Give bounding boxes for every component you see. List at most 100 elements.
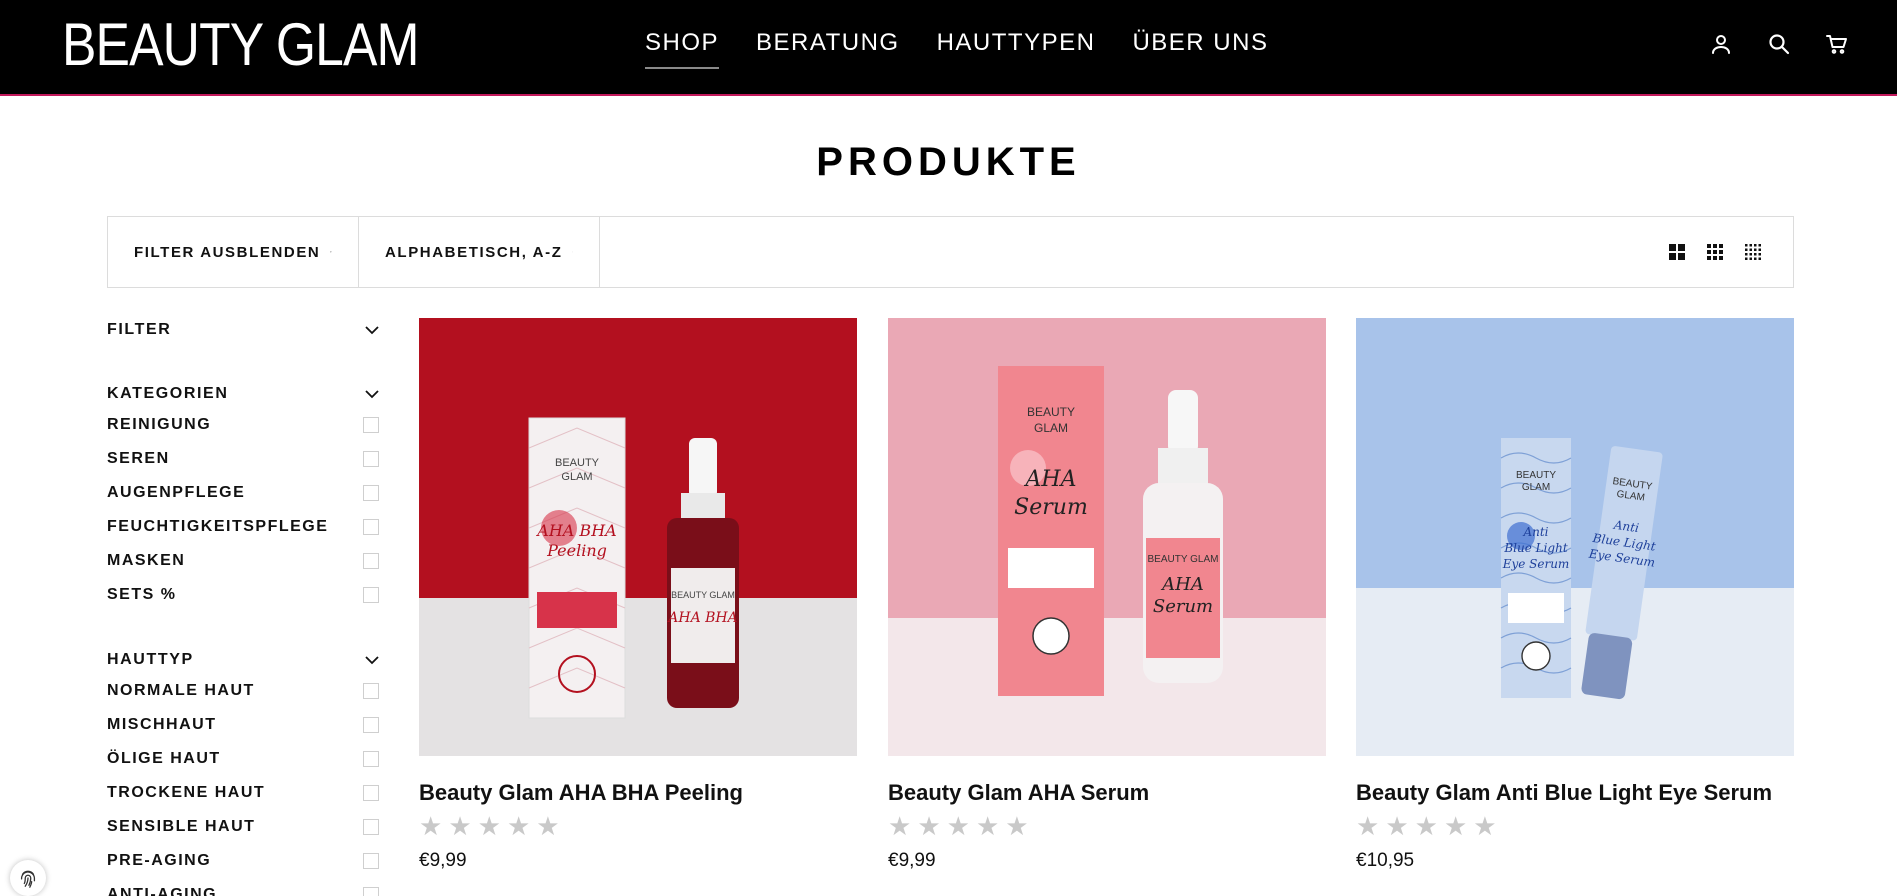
page-title: PRODUKTE — [816, 140, 1081, 184]
collection-toolbar: FILTER AUSBLENDEN ALPHABETISCH, A-Z — [107, 216, 1794, 288]
filter-checkbox[interactable] — [363, 683, 379, 699]
grid-switch — [1669, 217, 1793, 287]
sort-lines-icon — [572, 251, 573, 253]
product-title[interactable]: Beauty Glam Anti Blue Light Eye Serum — [1356, 780, 1794, 806]
filter-option-normale-haut[interactable]: NORMALE HAUT — [107, 674, 379, 708]
sort-label: ALPHABETISCH, A-Z — [385, 243, 563, 261]
star-icon: ★ — [448, 812, 472, 842]
star-icon: ★ — [1356, 812, 1380, 842]
filter-option-anti-aging[interactable]: ANTI-AGING — [107, 878, 379, 896]
filter-option-label: FEUCHTIGKEITSPFLEGE — [107, 518, 329, 535]
filter-option-augenpflege[interactable]: AUGENPFLEGE — [107, 476, 379, 510]
svg-text:Blue Light: Blue Light — [1503, 541, 1568, 555]
filter-checkbox[interactable] — [363, 417, 379, 433]
filter-option-masken[interactable]: MASKEN — [107, 544, 379, 578]
filter-option-label: MASKEN — [107, 552, 186, 569]
filter-checkbox[interactable] — [363, 819, 379, 835]
filter-option-trockene-haut[interactable]: TROCKENE HAUT — [107, 776, 379, 810]
star-icon: ★ — [506, 812, 531, 842]
filter-checkbox[interactable] — [363, 717, 379, 733]
filter-checkbox[interactable] — [363, 485, 379, 501]
nav-item-beratung[interactable]: BERATUNG — [756, 28, 900, 69]
grid-small-icon[interactable] — [1745, 244, 1761, 260]
skin-type-heading[interactable]: HAUTTYP — [107, 646, 379, 674]
svg-text:BEAUTY: BEAUTY — [555, 457, 600, 469]
skin-type-group: HAUTTYP NORMALE HAUT MISCHHAUT ÖLIGE HAU… — [107, 646, 379, 896]
product-card[interactable]: BEAUTY GLAM AHA Serum BEAUTY GLAM AHA Se… — [888, 318, 1326, 872]
svg-text:GLAM: GLAM — [1522, 482, 1550, 493]
svg-text:BEAUTY: BEAUTY — [1027, 405, 1075, 419]
rating-stars: ★ ★ ★ ★ ★ — [419, 814, 857, 840]
privacy-settings-button[interactable] — [10, 860, 46, 896]
filter-heading-label: FILTER — [107, 321, 172, 338]
cart-icon[interactable] — [1825, 31, 1849, 57]
filter-checkbox[interactable] — [363, 887, 379, 896]
filter-checkbox[interactable] — [363, 553, 379, 569]
product-card[interactable]: BEAUTY GLAM Anti Blue Light Eye Serum BE… — [1356, 318, 1794, 872]
svg-text:GLAM: GLAM — [1034, 421, 1068, 435]
sort-dropdown[interactable]: ALPHABETISCH, A-Z — [359, 217, 600, 287]
product-image[interactable]: BEAUTY GLAM AHA BHA Peeling BEAUTY GLAM … — [419, 318, 857, 756]
filter-heading[interactable]: FILTER — [107, 316, 379, 344]
nav-item-shop[interactable]: SHOP — [645, 28, 720, 69]
star-icon: ★ — [1385, 812, 1409, 842]
filter-option-pre-aging[interactable]: PRE-AGING — [107, 844, 379, 878]
product-price: €9,99 — [888, 850, 936, 871]
skin-type-heading-label: HAUTTYP — [107, 651, 194, 668]
filter-option-sensible-haut[interactable]: SENSIBLE HAUT — [107, 810, 379, 844]
svg-text:AHA BHA: AHA BHA — [535, 521, 616, 540]
filter-checkbox[interactable] — [363, 785, 379, 801]
product-title[interactable]: Beauty Glam AHA Serum — [888, 780, 1326, 806]
svg-text:Eye Serum: Eye Serum — [1502, 557, 1570, 571]
rating-stars: ★ ★ ★ ★ ★ — [1356, 814, 1794, 840]
site-header: BEAUTY GLAM SHOP BERATUNG HAUTTYPEN ÜBER… — [0, 0, 1897, 96]
grid-large-icon[interactable] — [1669, 244, 1685, 260]
filter-checkbox[interactable] — [363, 853, 379, 869]
filter-checkbox[interactable] — [363, 519, 379, 535]
filter-option-label: MISCHHAUT — [107, 716, 217, 733]
categories-heading-label: KATEGORIEN — [107, 385, 229, 402]
filter-option-sets[interactable]: SETS % — [107, 578, 379, 612]
chevron-down-icon — [365, 325, 379, 334]
star-icon: ★ — [917, 812, 941, 842]
filter-checkbox[interactable] — [363, 751, 379, 767]
brand-logo[interactable]: BEAUTY GLAM — [62, 14, 419, 76]
main-nav: SHOP BERATUNG HAUTTYPEN ÜBER UNS — [645, 28, 1268, 69]
categories-heading[interactable]: KATEGORIEN — [107, 380, 379, 408]
product-price: €10,95 — [1356, 850, 1415, 871]
filter-checkbox[interactable] — [363, 587, 379, 603]
filter-option-seren[interactable]: SEREN — [107, 442, 379, 476]
star-icon: ★ — [419, 812, 443, 842]
product-price: €9,99 — [419, 850, 467, 871]
product-image[interactable]: BEAUTY GLAM Anti Blue Light Eye Serum BE… — [1356, 318, 1794, 756]
filter-option-feuchtigkeitspflege[interactable]: FEUCHTIGKEITSPFLEGE — [107, 510, 379, 544]
star-icon: ★ — [946, 812, 970, 842]
product-card[interactable]: BEAUTY GLAM AHA BHA Peeling BEAUTY GLAM … — [419, 318, 857, 872]
svg-text:Serum: Serum — [1014, 495, 1088, 520]
nav-item-hauttypen[interactable]: HAUTTYPEN — [937, 28, 1096, 69]
categories-group: KATEGORIEN REINIGUNG SEREN AUGENPFLEGE F… — [107, 380, 379, 612]
rating-stars: ★ ★ ★ ★ ★ — [888, 814, 1326, 840]
grid-medium-icon[interactable] — [1707, 244, 1723, 260]
filter-option-label: TROCKENE HAUT — [107, 784, 266, 801]
filter-checkbox[interactable] — [363, 451, 379, 467]
chevron-down-icon — [365, 389, 379, 398]
filter-option-label: SENSIBLE HAUT — [107, 818, 256, 835]
svg-text:BEAUTY GLAM: BEAUTY GLAM — [1148, 554, 1219, 565]
search-icon[interactable] — [1767, 31, 1791, 57]
svg-text:AHA BHA: AHA BHA — [666, 610, 738, 626]
star-icon: ★ — [1414, 812, 1438, 842]
filter-option-oelige-haut[interactable]: ÖLIGE HAUT — [107, 742, 379, 776]
account-icon[interactable] — [1709, 31, 1733, 57]
product-image[interactable]: BEAUTY GLAM AHA Serum BEAUTY GLAM AHA Se… — [888, 318, 1326, 756]
filter-option-label: NORMALE HAUT — [107, 682, 255, 699]
nav-item-ueber-uns[interactable]: ÜBER UNS — [1132, 28, 1268, 69]
filter-option-reinigung[interactable]: REINIGUNG — [107, 408, 379, 442]
filter-option-label: ANTI-AGING — [107, 886, 218, 896]
toggle-filter-label: FILTER AUSBLENDEN — [134, 243, 321, 261]
product-title[interactable]: Beauty Glam AHA BHA Peeling — [419, 780, 857, 806]
filter-option-mischhaut[interactable]: MISCHHAUT — [107, 708, 379, 742]
fingerprint-icon — [20, 870, 36, 888]
toggle-filter-button[interactable]: FILTER AUSBLENDEN — [108, 217, 359, 287]
star-icon: ★ — [477, 812, 501, 842]
